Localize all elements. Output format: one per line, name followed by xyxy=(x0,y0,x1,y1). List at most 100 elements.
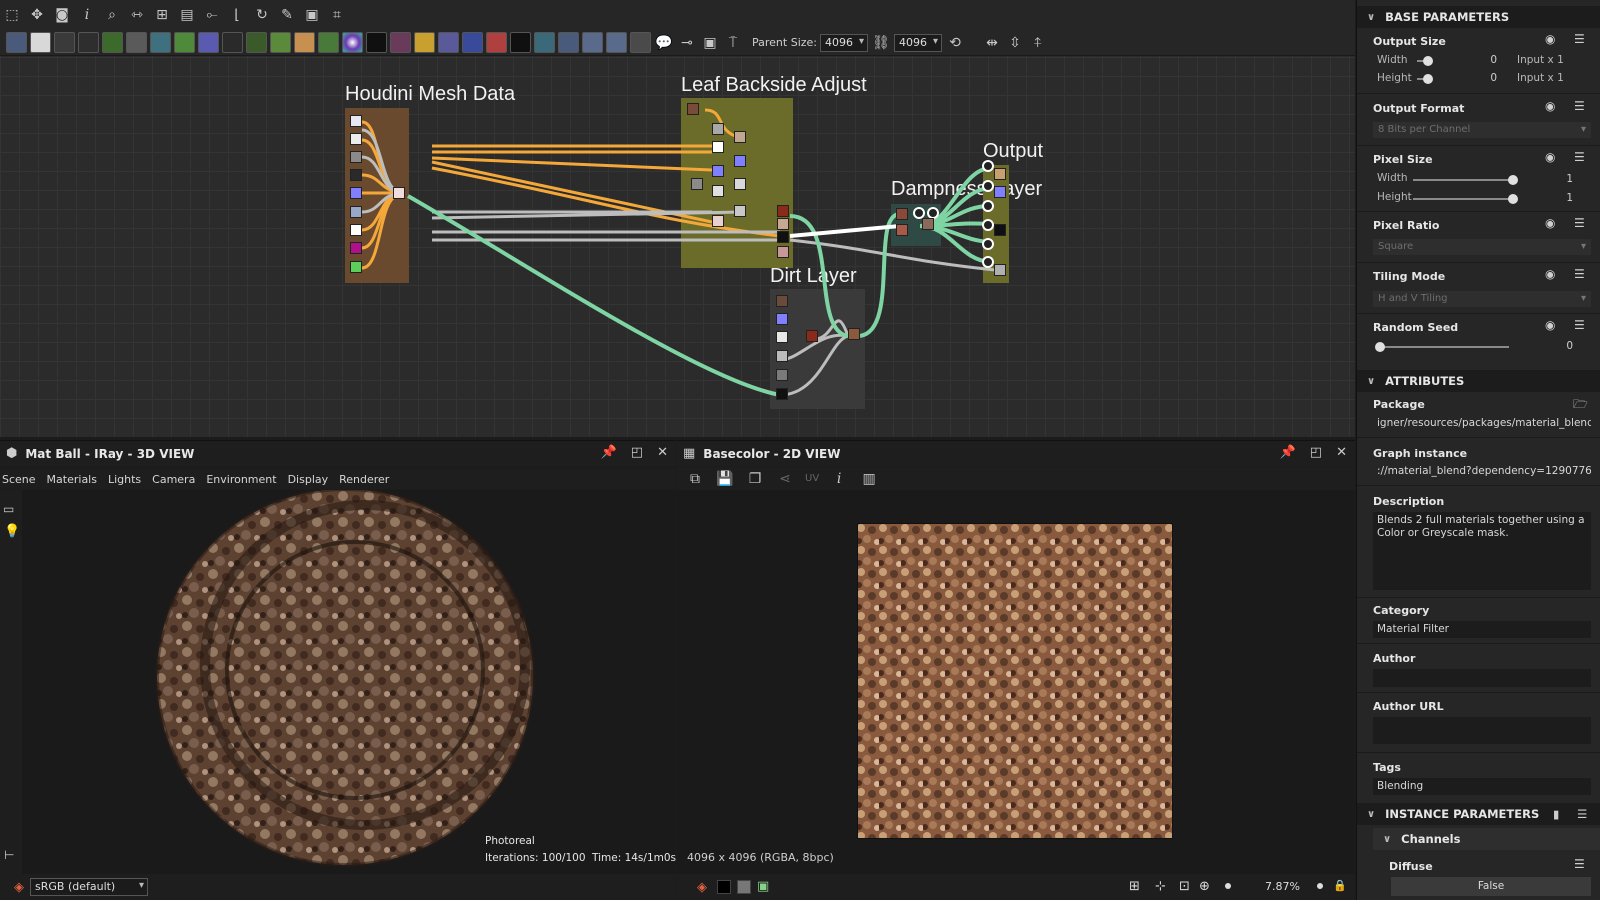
save-icon[interactable]: 💾 xyxy=(715,469,735,489)
layers-icon[interactable]: ◈ xyxy=(697,880,707,895)
menu-scene[interactable]: Scene xyxy=(2,473,36,486)
output-format-select[interactable]: 8 Bits per Channel xyxy=(1373,122,1591,138)
light-icon[interactable]: 💡 xyxy=(4,524,20,539)
dirt-node[interactable] xyxy=(776,388,788,400)
houdini-input-node[interactable] xyxy=(350,115,362,127)
tiling-mode-select[interactable]: H and V Tiling xyxy=(1373,291,1591,307)
menu-icon[interactable]: ☰ xyxy=(1574,99,1585,113)
view-mode-icon[interactable]: ⧉ xyxy=(685,469,705,489)
houdini-input-node[interactable] xyxy=(350,224,362,236)
bg-checker-swatch[interactable] xyxy=(737,880,751,894)
leaf-node[interactable] xyxy=(712,165,724,177)
leaf-node[interactable] xyxy=(712,185,724,197)
leaf-node[interactable] xyxy=(734,178,746,190)
output-thumb[interactable] xyxy=(994,186,1006,198)
output-node[interactable] xyxy=(982,219,994,231)
menu-icon[interactable]: ☰ xyxy=(1574,150,1585,164)
function-icon[interactable]: ◉ xyxy=(1545,99,1555,113)
dampness-node[interactable] xyxy=(896,208,908,220)
leaf-blend-node[interactable] xyxy=(777,205,789,217)
hierarchy-icon[interactable]: ⊢ xyxy=(4,848,14,862)
menu-icon[interactable]: ☰ xyxy=(1577,807,1587,821)
diffuse-toggle-button[interactable]: False xyxy=(1391,877,1591,896)
function-icon[interactable]: ◉ xyxy=(1545,150,1555,164)
dirt-node[interactable] xyxy=(776,331,788,343)
tiling-icon[interactable]: ⊹ xyxy=(1155,879,1166,894)
function-icon[interactable]: ◉ xyxy=(1545,267,1555,281)
fit-view-icon[interactable]: ⊡ xyxy=(1179,879,1190,894)
layers-icon[interactable]: ◈ xyxy=(14,880,24,895)
output-thumb[interactable] xyxy=(994,224,1006,236)
function-icon[interactable]: ◉ xyxy=(1545,32,1555,46)
menu-display[interactable]: Display xyxy=(288,473,329,486)
author-url-input[interactable] xyxy=(1373,717,1591,744)
houdini-input-node[interactable] xyxy=(350,261,362,273)
leaf-node[interactable] xyxy=(734,205,746,217)
author-input[interactable] xyxy=(1373,669,1591,687)
menu-renderer[interactable]: Renderer xyxy=(339,473,389,486)
random-seed-slider-knob[interactable] xyxy=(1375,342,1385,352)
base-parameters-header[interactable]: ∨ BASE PARAMETERS xyxy=(1357,6,1600,28)
leaf-node[interactable] xyxy=(691,178,703,190)
pin-icon[interactable]: 📌 xyxy=(601,445,617,460)
leaf-node[interactable] xyxy=(712,123,724,135)
menu-lights[interactable]: Lights xyxy=(108,473,141,486)
menu-icon[interactable]: ☰ xyxy=(1574,857,1585,871)
houdini-input-node[interactable] xyxy=(350,169,362,181)
tags-input[interactable]: Blending xyxy=(1373,778,1591,795)
pixel-height-slider-knob[interactable] xyxy=(1508,194,1518,204)
leaf-blend-node[interactable] xyxy=(777,246,789,258)
houdini-input-node[interactable] xyxy=(350,206,362,218)
dirt-node[interactable] xyxy=(776,295,788,307)
pixel-ratio-select[interactable]: Square xyxy=(1373,239,1591,255)
channels-header[interactable]: ∨ Channels xyxy=(1373,828,1600,850)
output-thumb[interactable] xyxy=(994,168,1006,180)
function-icon[interactable]: ◉ xyxy=(1545,318,1555,332)
pixel-height-slider-track[interactable] xyxy=(1413,198,1513,200)
grid-icon[interactable]: ⊞ xyxy=(1129,879,1140,894)
pixel-width-slider-knob[interactable] xyxy=(1508,175,1518,185)
maximize-icon[interactable]: ◰ xyxy=(631,445,643,460)
output-width-slider-knob[interactable] xyxy=(1423,56,1433,66)
output-thumb[interactable] xyxy=(994,264,1006,276)
dampness-node[interactable] xyxy=(922,218,934,230)
description-textarea[interactable]: Blends 2 full materials together using a… xyxy=(1373,512,1591,590)
random-seed-slider-track[interactable] xyxy=(1377,346,1509,348)
view2d-viewport[interactable]: 4096 x 4096 (RGBA, 8bpc) xyxy=(677,490,1355,874)
output-node[interactable] xyxy=(982,256,994,268)
houdini-merge-node[interactable] xyxy=(393,187,405,199)
histogram-icon[interactable]: ▥ xyxy=(859,469,879,489)
channel-icon[interactable]: ▣ xyxy=(757,879,769,894)
output-node[interactable] xyxy=(982,160,994,172)
dirt-node[interactable] xyxy=(776,350,788,362)
close-icon[interactable]: ✕ xyxy=(657,445,668,460)
info-icon[interactable]: i xyxy=(829,469,849,489)
dampness-node[interactable] xyxy=(896,224,908,236)
menu-materials[interactable]: Materials xyxy=(47,473,97,486)
output-node[interactable] xyxy=(982,180,994,192)
menu-environment[interactable]: Environment xyxy=(206,473,276,486)
dirt-node[interactable] xyxy=(776,369,788,381)
camera-icon[interactable]: ▭ xyxy=(3,502,14,516)
zoom-min-icon[interactable] xyxy=(1225,883,1231,889)
leaf-blend-node[interactable] xyxy=(777,218,789,230)
menu-icon[interactable]: ☰ xyxy=(1574,318,1585,332)
output-node[interactable] xyxy=(982,238,994,250)
houdini-input-node[interactable] xyxy=(350,187,362,199)
dirt-blend-node[interactable] xyxy=(806,330,818,342)
leaf-node[interactable] xyxy=(687,103,699,115)
houdini-input-node[interactable] xyxy=(350,242,362,254)
menu-camera[interactable]: Camera xyxy=(152,473,195,486)
menu-icon[interactable]: ☰ xyxy=(1574,267,1585,281)
leaf-node[interactable] xyxy=(734,155,746,167)
instance-parameters-header[interactable]: ∨ INSTANCE PARAMETERS ▮ ☰ xyxy=(1357,803,1600,825)
bg-black-swatch[interactable] xyxy=(717,880,731,894)
pin-icon[interactable]: 📌 xyxy=(1280,445,1296,460)
menu-icon[interactable]: ☰ xyxy=(1574,32,1585,46)
colorspace-select[interactable]: sRGB (default) xyxy=(30,878,148,896)
lock-icon[interactable]: 🔒 xyxy=(1333,879,1347,892)
view3d-viewport[interactable]: Photoreal Iterations: 100/100 Time: 14s/… xyxy=(0,490,676,874)
copy-icon[interactable]: ❐ xyxy=(745,469,765,489)
leaf-node[interactable] xyxy=(712,141,724,153)
output-height-slider-knob[interactable] xyxy=(1423,74,1433,84)
